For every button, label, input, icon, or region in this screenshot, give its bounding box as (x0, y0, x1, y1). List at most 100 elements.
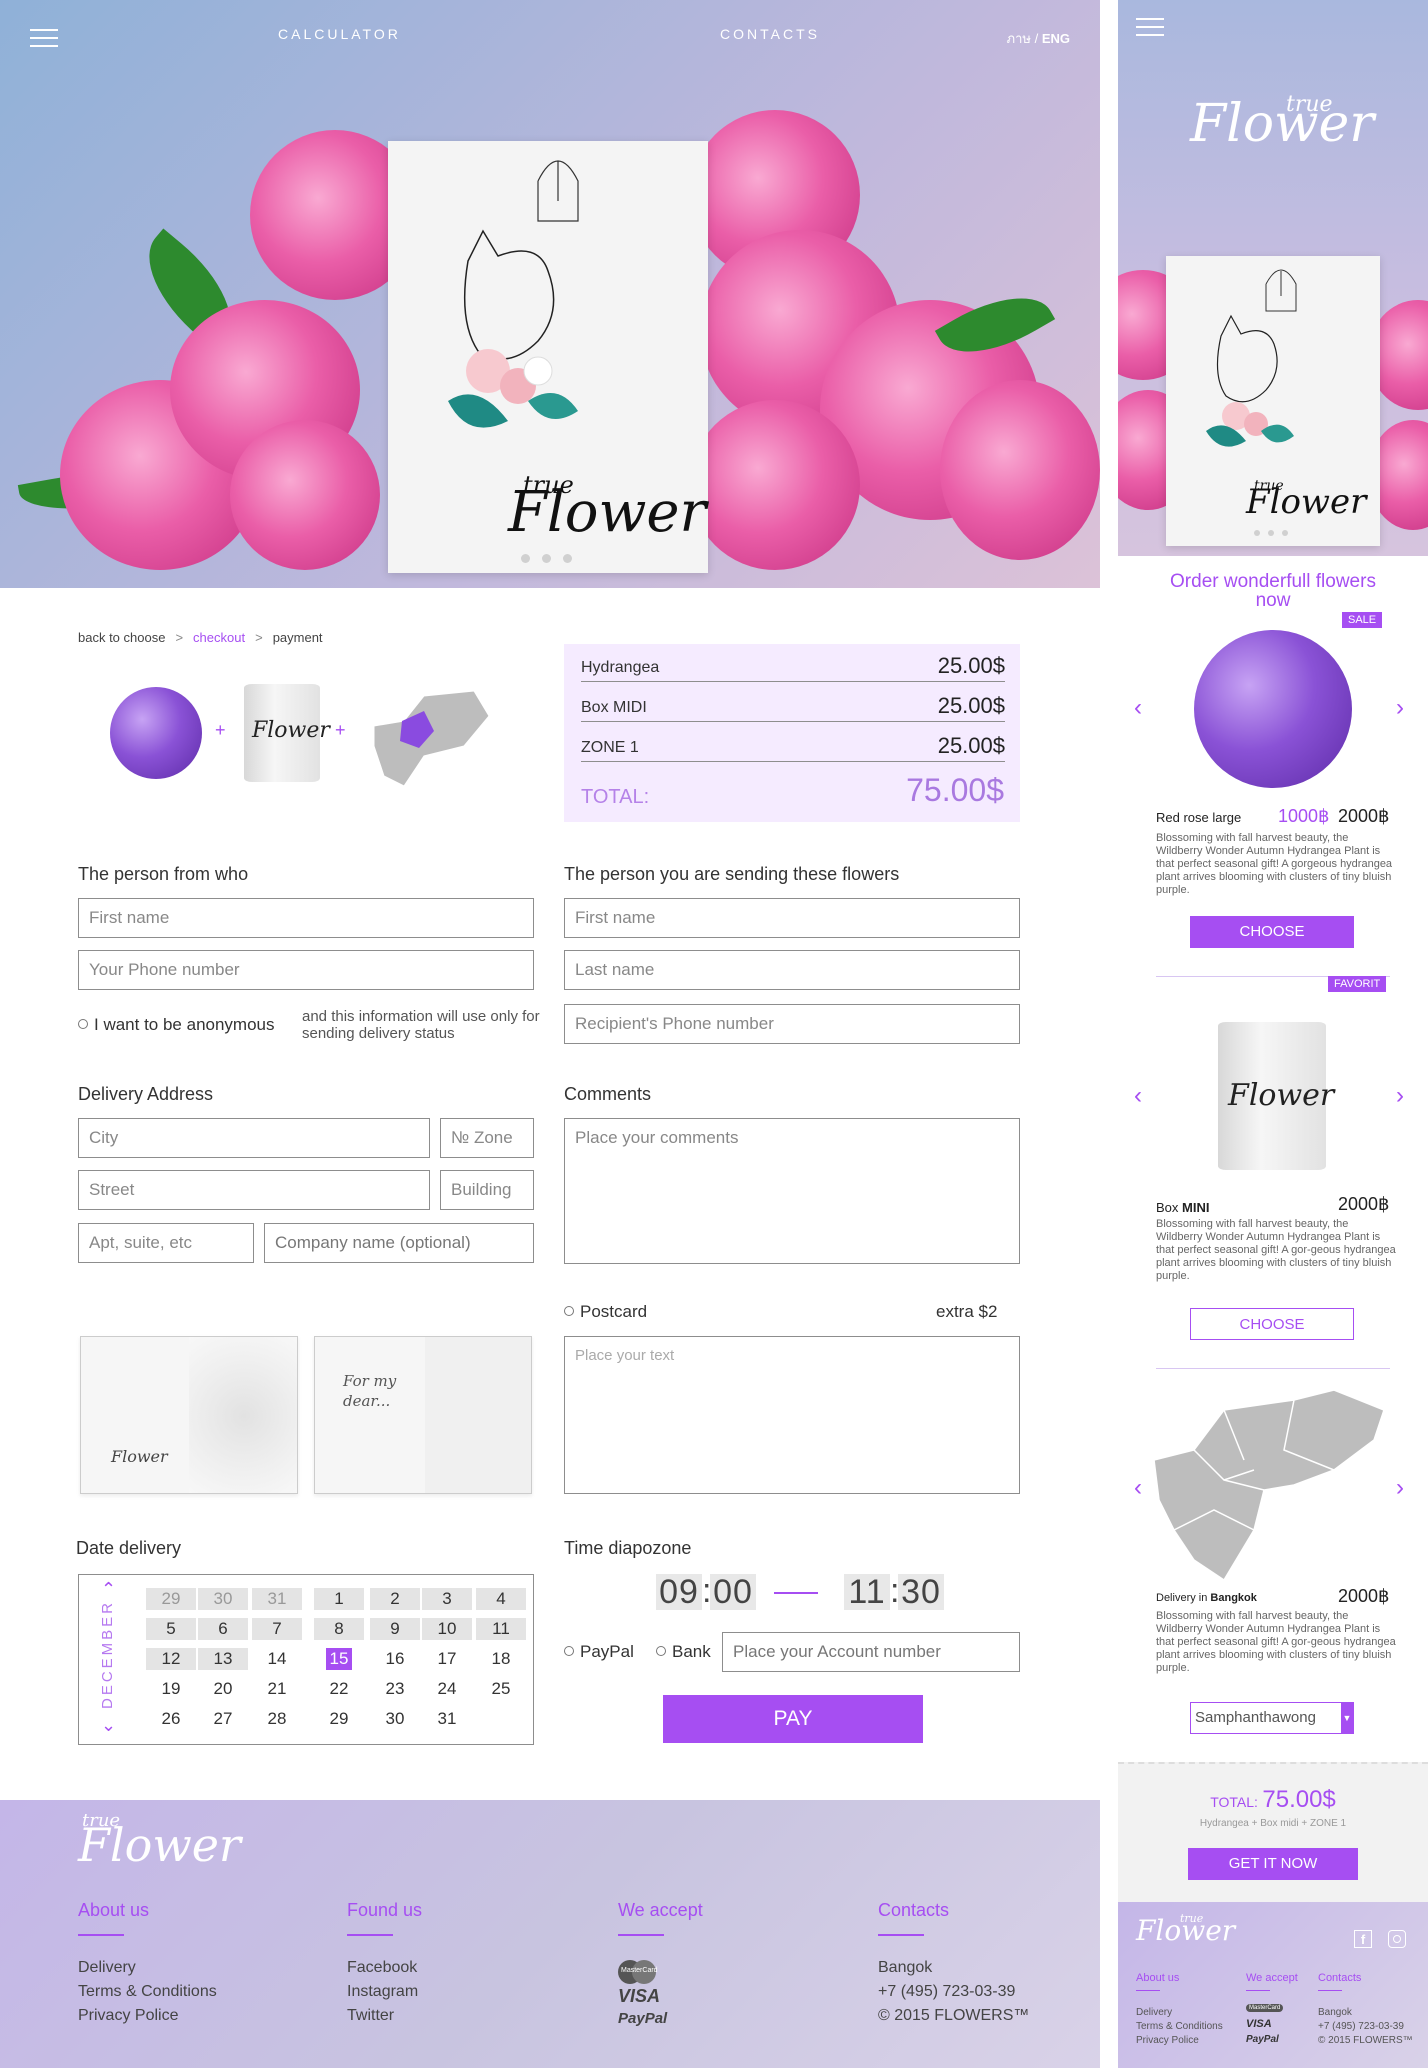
chevron-right-icon[interactable]: › (1396, 1082, 1404, 1110)
account-number-input[interactable]: Place your Account number (722, 1632, 1020, 1672)
bank-radio[interactable] (656, 1645, 666, 1656)
comments-textarea[interactable]: Place your comments (564, 1118, 1020, 1264)
anonymous-option[interactable]: I want to be anonymous (78, 1015, 275, 1035)
calendar-day[interactable]: 15 (326, 1648, 352, 1670)
dropdown-arrow-icon[interactable]: ▼ (1341, 1703, 1353, 1733)
calendar-day[interactable]: 31 (252, 1588, 302, 1610)
paypal-radio[interactable] (564, 1645, 574, 1656)
footer-phone[interactable]: +7 (495) 723-03-39 (878, 1980, 1029, 2004)
get-it-now-button[interactable]: GET IT NOW (1188, 1848, 1358, 1880)
calendar-day[interactable]: 5 (146, 1618, 196, 1640)
calendar-day[interactable]: 26 (146, 1708, 196, 1730)
city-input[interactable]: City (78, 1118, 430, 1158)
calendar-day[interactable]: 7 (252, 1618, 302, 1640)
choose-button[interactable]: CHOOSE (1190, 1308, 1354, 1340)
calendar-day[interactable]: 14 (252, 1648, 302, 1670)
calendar-day[interactable]: 25 (476, 1678, 526, 1700)
instagram-icon[interactable] (1388, 1930, 1406, 1948)
mobile-footer-link-privacy[interactable]: Privacy Police (1136, 2034, 1223, 2048)
calendar-day[interactable]: 6 (198, 1618, 248, 1640)
nav-contacts[interactable]: CONTACTS (720, 26, 820, 42)
calendar-day[interactable]: 29 (146, 1588, 196, 1610)
calendar-day[interactable]: 19 (146, 1678, 196, 1700)
footer-link-terms[interactable]: Terms & Conditions (78, 1980, 217, 2004)
anonymous-radio[interactable] (78, 1018, 88, 1029)
recipient-phone-input[interactable]: Recipient's Phone number (564, 1004, 1020, 1044)
sender-phone-input[interactable]: Your Phone number (78, 950, 534, 990)
calendar-day[interactable]: 31 (422, 1708, 472, 1730)
chevron-up-icon[interactable]: ⌃ (101, 1579, 116, 1600)
lang-th[interactable]: ภาษ / (1007, 31, 1039, 46)
postcard-option[interactable]: Postcard (564, 1302, 647, 1322)
chevron-right-icon[interactable]: › (1396, 1474, 1404, 1502)
language-switch[interactable]: ภาษ / ENG (1007, 28, 1070, 49)
calendar-day[interactable]: 27 (198, 1708, 248, 1730)
calendar-day[interactable]: 1 (314, 1588, 364, 1610)
calendar-day[interactable]: 17 (422, 1648, 472, 1670)
calendar-day[interactable]: 9 (370, 1618, 420, 1640)
mobile-menu-icon[interactable] (1136, 18, 1164, 38)
company-input[interactable]: Company name (optional) (264, 1223, 534, 1263)
breadcrumb-back[interactable]: back to choose (78, 630, 165, 645)
apt-input[interactable]: Apt, suite, etc (78, 1223, 254, 1263)
footer-link-facebook[interactable]: Facebook (347, 1956, 418, 1980)
carousel-dots[interactable] (521, 554, 572, 563)
calendar-day[interactable]: 24 (422, 1678, 472, 1700)
calendar-day[interactable]: 4 (476, 1588, 526, 1610)
calendar-day[interactable]: 2 (370, 1588, 420, 1610)
calendar-day[interactable]: 13 (198, 1648, 248, 1670)
calendar-day[interactable]: 20 (198, 1678, 248, 1700)
postcard-radio[interactable] (564, 1305, 574, 1316)
mobile-footer-phone[interactable]: +7 (495) 723-03-39 (1318, 2020, 1413, 2034)
time-to-minute[interactable]: 30 (898, 1574, 944, 1610)
nav-calculator[interactable]: CALCULATOR (278, 26, 401, 42)
calendar-day[interactable]: 16 (370, 1648, 420, 1670)
postcard-option-1[interactable]: Flower (80, 1336, 298, 1494)
calendar-day[interactable]: 28 (252, 1708, 302, 1730)
calendar-day[interactable]: 29 (314, 1708, 364, 1730)
zone-input[interactable]: № Zone (440, 1118, 534, 1158)
street-input[interactable]: Street (78, 1170, 430, 1210)
pay-button[interactable]: PAY (663, 1695, 923, 1743)
footer-link-instagram[interactable]: Instagram (347, 1980, 418, 2004)
calendar-day[interactable]: 30 (198, 1588, 248, 1610)
chevron-left-icon[interactable]: ‹ (1134, 1082, 1142, 1110)
mobile-footer-link-delivery[interactable]: Delivery (1136, 2006, 1223, 2020)
mobile-footer-link-terms[interactable]: Terms & Conditions (1136, 2020, 1223, 2034)
time-to-hour[interactable]: 11 (844, 1574, 890, 1610)
calendar-day[interactable]: 10 (422, 1618, 472, 1640)
time-from-minute[interactable]: 00 (710, 1574, 756, 1610)
calendar-day[interactable]: 8 (314, 1618, 364, 1640)
calendar-day[interactable]: 3 (422, 1588, 472, 1610)
sender-first-name-input[interactable]: First name (78, 898, 534, 938)
calendar-day[interactable]: 22 (314, 1678, 364, 1700)
calendar-day[interactable]: 18 (476, 1648, 526, 1670)
breadcrumb-checkout[interactable]: checkout (193, 630, 245, 645)
building-input[interactable]: Building (440, 1170, 534, 1210)
time-from-hour[interactable]: 09 (656, 1574, 702, 1610)
menu-icon[interactable] (30, 29, 58, 49)
bank-option[interactable]: Bank (656, 1642, 711, 1662)
district-select[interactable]: Samphanthawong ▼ (1190, 1702, 1354, 1734)
footer-link-delivery[interactable]: Delivery (78, 1956, 217, 1980)
calendar-day[interactable]: 23 (370, 1678, 420, 1700)
mobile-carousel-dots[interactable] (1254, 530, 1288, 536)
paypal-option[interactable]: PayPal (564, 1642, 634, 1662)
chevron-right-icon[interactable]: › (1396, 694, 1404, 722)
calendar-day[interactable]: 12 (146, 1648, 196, 1670)
postcard-option-2[interactable]: For my dear... (314, 1336, 532, 1494)
facebook-icon[interactable]: f (1354, 1930, 1372, 1948)
recipient-first-name-input[interactable]: First name (564, 898, 1020, 938)
calendar-day[interactable]: 21 (252, 1678, 302, 1700)
lang-eng[interactable]: ENG (1042, 31, 1070, 46)
footer-link-twitter[interactable]: Twitter (347, 2004, 418, 2028)
chevron-left-icon[interactable]: ‹ (1134, 1474, 1142, 1502)
chevron-down-icon[interactable]: ⌄ (101, 1715, 116, 1736)
recipient-last-name-input[interactable]: Last name (564, 950, 1020, 990)
postcard-textarea[interactable]: Place your text (564, 1336, 1020, 1494)
calendar-day[interactable]: 11 (476, 1618, 526, 1640)
chevron-left-icon[interactable]: ‹ (1134, 694, 1142, 722)
choose-button[interactable]: CHOOSE (1190, 916, 1354, 948)
calendar-day[interactable]: 30 (370, 1708, 420, 1730)
footer-link-privacy[interactable]: Privacy Police (78, 2004, 217, 2028)
